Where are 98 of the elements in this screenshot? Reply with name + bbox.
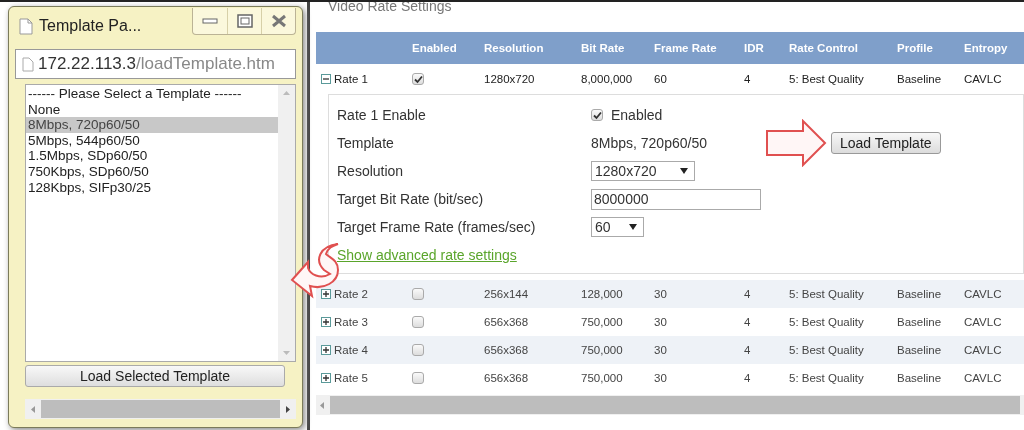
table-cell-text: 5: Best Quality — [789, 316, 865, 328]
table-cell-text: 750,000 — [581, 344, 624, 356]
table-cell-text: CAVLC — [964, 372, 1003, 384]
list-option[interactable]: None — [26, 101, 278, 118]
table-cell-text: 5: Best Quality — [789, 372, 865, 384]
table-cell-text: Baseline — [897, 344, 943, 356]
address-bar[interactable]: 172.22.113.3/loadTemplate.htm — [15, 49, 296, 79]
scrollbar[interactable] — [316, 395, 1024, 415]
scroll-left-icon[interactable] — [31, 405, 35, 413]
column-header: Bit Rate — [581, 42, 626, 54]
scrollbar[interactable] — [25, 399, 296, 419]
template-listbox[interactable]: ------ Please Select a Template ------ None 8Mbps, 720p60/50 5Mbps, 544p60/50 1.5Mbps, SDp60/50 750Kbps, SDp60/50 128Kbps, SIFp30/25 — [25, 84, 296, 362]
collapse-icon[interactable] — [321, 74, 331, 84]
close-icon — [270, 13, 287, 28]
table-cell-text: 4 — [744, 372, 752, 384]
maximize-icon — [236, 13, 253, 28]
table-cell-text: Baseline — [897, 316, 943, 328]
table-cell-text: 4 — [744, 288, 752, 300]
field-label: Template — [337, 134, 395, 153]
checkbox[interactable] — [591, 109, 603, 121]
table-cell-text: 750,000 — [581, 316, 624, 328]
scrollbar[interactable] — [278, 85, 295, 361]
table-cell-text: 750,000 — [581, 372, 624, 384]
expand-icon[interactable] — [321, 317, 331, 327]
list-option[interactable]: 5Mbps, 544p60/50 — [26, 132, 278, 149]
window-title: Template Pa... — [39, 17, 143, 35]
table-cell-text: CAVLC — [964, 73, 1003, 85]
table-cell-text: 4 — [744, 316, 752, 328]
scroll-down-icon[interactable] — [283, 351, 290, 355]
field-label: Target Bit Rate (bit/sec) — [337, 190, 485, 209]
column-header: Frame Rate — [654, 42, 718, 54]
url-text: 172.22.113.3/loadTemplate.htm — [38, 54, 275, 74]
column-header: Rate Control — [789, 42, 859, 54]
column-header: Enabled — [412, 42, 458, 54]
table-cell: Rate 1 — [334, 73, 368, 85]
bit-rate-input[interactable]: 8000000 — [591, 188, 761, 210]
table-cell-text: 5: Best Quality — [789, 344, 865, 356]
scroll-left-icon[interactable] — [320, 401, 324, 409]
expand-icon[interactable] — [321, 345, 331, 355]
table-cell-text: 30 — [654, 316, 668, 328]
checkbox[interactable] — [412, 372, 424, 385]
table-cell-text: 656x368 — [484, 344, 530, 356]
table-cell-text: 1280x720 — [484, 73, 536, 85]
table-cell: Rate 3 — [334, 316, 368, 328]
column-header: IDR — [744, 42, 765, 54]
checkbox[interactable] — [412, 344, 424, 357]
table-cell-text: Baseline — [897, 73, 943, 85]
column-header: Resolution — [484, 42, 545, 54]
table-cell-text: 8,000,000 — [581, 73, 634, 85]
column-header: Entropy — [964, 42, 1009, 54]
table-cell-text: 30 — [654, 372, 668, 384]
checkbox[interactable] — [412, 316, 424, 329]
table-cell-text: CAVLC — [964, 316, 1003, 328]
table-cell-text: 5: Best Quality — [789, 288, 865, 300]
table-cell: Rate 4 — [334, 344, 368, 356]
table-cell: Rate 5 — [334, 372, 368, 384]
table-cell-text: 30 — [654, 288, 668, 300]
list-option[interactable]: ------ Please Select a Template ------ — [26, 86, 278, 102]
page-icon — [19, 17, 33, 35]
table-cell-text: 5: Best Quality — [789, 73, 865, 85]
table-cell-text: 656x368 — [484, 372, 530, 384]
caret-icon — [628, 224, 637, 230]
list-option[interactable]: 128Kbps, SIFp30/25 — [26, 179, 278, 196]
callout-arrow — [765, 119, 827, 167]
field-label: Rate 1 Enable — [337, 106, 427, 125]
table-cell-text: 30 — [654, 344, 668, 356]
table-cell-text: 128,000 — [581, 288, 624, 300]
table-cell-text: 4 — [744, 344, 752, 356]
caret-icon — [680, 168, 688, 174]
frame-rate-dropdown[interactable]: 60 — [591, 217, 644, 237]
expand-icon[interactable] — [321, 289, 331, 299]
expand-icon[interactable] — [321, 373, 331, 383]
field-label: Resolution — [337, 162, 405, 181]
load-template-button[interactable]: Load Template — [831, 132, 941, 154]
table-cell-text: 4 — [744, 73, 752, 85]
table-cell-text: Baseline — [897, 372, 943, 384]
table-cell-text: CAVLC — [964, 344, 1003, 356]
scroll-right-icon[interactable] — [286, 405, 290, 413]
minimize-icon — [202, 17, 218, 24]
checkbox[interactable] — [412, 73, 424, 86]
table-cell-text: Baseline — [897, 288, 943, 300]
table-cell-text: 656x368 — [484, 316, 530, 328]
list-option[interactable]: 750Kbps, SDp60/50 — [26, 163, 278, 180]
load-selected-button[interactable]: Load Selected Template — [25, 365, 285, 387]
checkbox[interactable] — [412, 288, 424, 301]
table-cell-text: CAVLC — [964, 288, 1003, 300]
scroll-up-icon[interactable] — [283, 91, 290, 95]
page-icon — [22, 56, 34, 72]
resolution-dropdown[interactable]: 1280x720 — [591, 161, 695, 181]
template-value: 8Mbps, 720p60/50 — [591, 135, 707, 151]
list-option[interactable]: 8Mbps, 720p60/50 — [26, 117, 278, 133]
table-cell-text: 256x144 — [484, 288, 530, 300]
list-option[interactable]: 1.5Mbps, SDp60/50 — [26, 148, 278, 164]
table-cell: Rate 2 — [334, 288, 368, 300]
table-cell-text: 60 — [654, 73, 668, 85]
checkbox-label: Enabled — [611, 107, 663, 123]
column-header: Profile — [897, 42, 934, 54]
field-label: Target Frame Rate (frames/sec) — [337, 218, 537, 237]
